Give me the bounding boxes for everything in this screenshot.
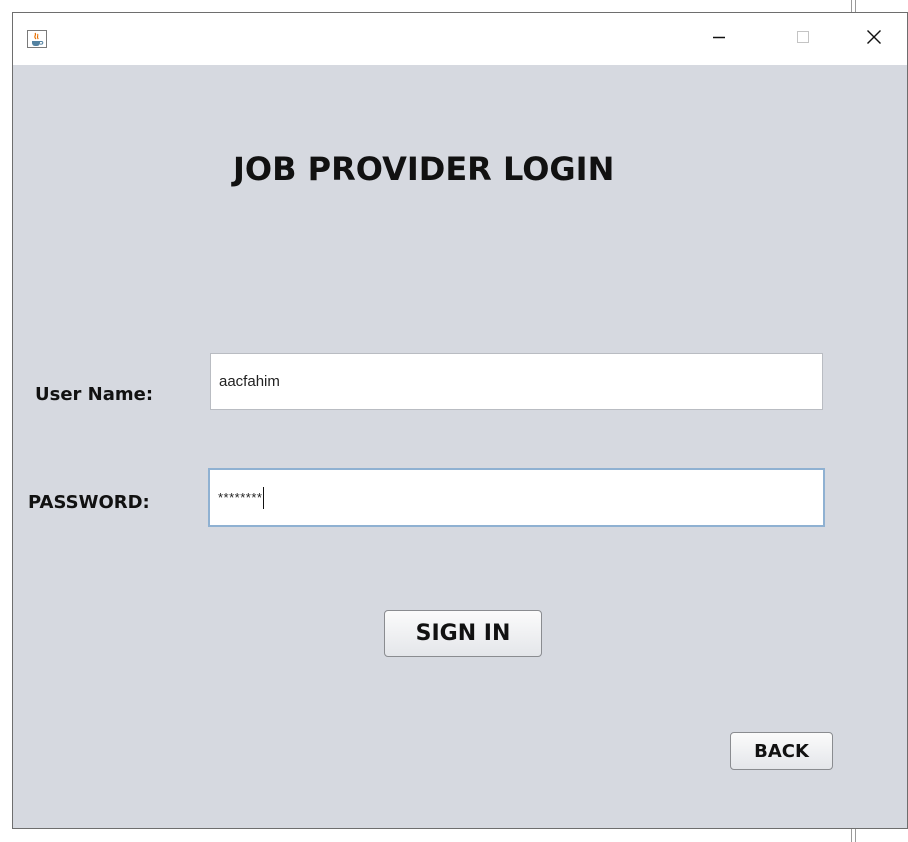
- login-panel: JOB PROVIDER LOGIN User Name: aacfahim P…: [13, 65, 907, 828]
- username-label: User Name:: [35, 384, 154, 405]
- desktop-edge-line: [851, 829, 852, 842]
- window-titlebar[interactable]: [13, 13, 907, 65]
- login-window: JOB PROVIDER LOGIN User Name: aacfahim P…: [12, 12, 908, 829]
- minimize-button[interactable]: [696, 13, 742, 65]
- sign-in-button[interactable]: SIGN IN: [384, 610, 542, 657]
- page-title: JOB PROVIDER LOGIN: [233, 150, 615, 188]
- maximize-icon: [796, 30, 810, 49]
- desktop-edge-line: [855, 829, 856, 842]
- minimize-icon: [712, 30, 726, 49]
- maximize-button[interactable]: [780, 13, 826, 65]
- username-value: aacfahim: [219, 373, 280, 390]
- close-button[interactable]: [851, 13, 897, 65]
- password-field[interactable]: ********: [208, 468, 825, 527]
- close-icon: [866, 29, 882, 50]
- password-label: PASSWORD:: [28, 492, 150, 513]
- java-cup-icon[interactable]: [27, 30, 47, 48]
- password-value: ********: [218, 490, 263, 505]
- desktop-edge-line: [855, 0, 856, 12]
- username-field[interactable]: aacfahim: [210, 353, 823, 410]
- text-caret: [263, 486, 265, 509]
- back-button[interactable]: BACK: [730, 732, 833, 770]
- desktop-edge-line: [851, 0, 852, 12]
